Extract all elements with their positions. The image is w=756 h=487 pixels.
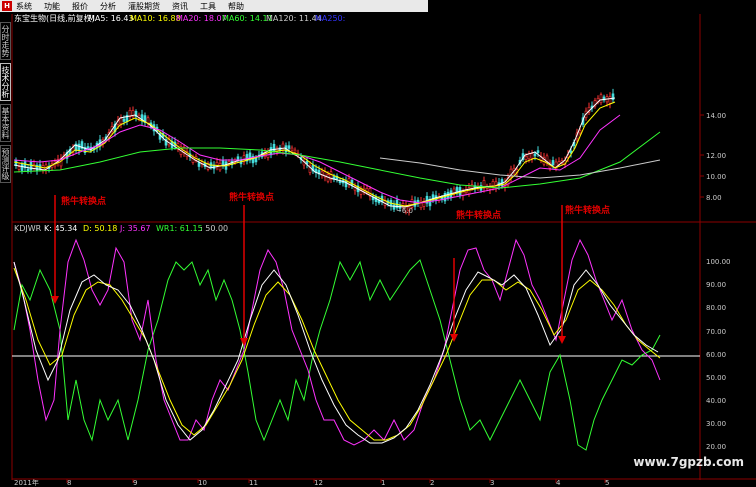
candle-body bbox=[608, 96, 612, 104]
ma10-legend: MA10: 16.88 bbox=[130, 14, 181, 23]
x-label-5: 5 bbox=[605, 479, 609, 487]
candle-body bbox=[536, 150, 540, 153]
ref-legend: : 50.00 bbox=[200, 224, 228, 233]
x-label-8: 8 bbox=[67, 479, 71, 487]
x-label-11: 11 bbox=[249, 479, 258, 487]
candle-body bbox=[491, 181, 495, 187]
watermark: www.7gpzb.com bbox=[633, 455, 744, 469]
candle-body bbox=[599, 94, 603, 103]
ma10-line bbox=[13, 101, 616, 207]
wr1-legend: WR1: 61.15 bbox=[156, 224, 203, 233]
x-label-2011: 2011年 bbox=[14, 478, 39, 487]
annotation-1: 熊牛转换点 bbox=[51, 195, 106, 304]
x-label-12: 12 bbox=[314, 479, 323, 487]
candle-body bbox=[578, 130, 582, 134]
price-tick-10: 10.00 bbox=[706, 173, 726, 181]
candle-body bbox=[281, 143, 285, 151]
price-tick-marks bbox=[700, 114, 704, 198]
kdj-tick-100: 100.00 bbox=[706, 258, 731, 266]
annotation-4: 熊牛转换点 bbox=[558, 204, 610, 344]
kdj-tick-90: 90.00 bbox=[706, 281, 726, 289]
x-label-4: 4 bbox=[556, 479, 561, 487]
x-axis-ticks bbox=[66, 479, 606, 483]
candle-body bbox=[119, 118, 123, 124]
candle-body bbox=[533, 153, 537, 157]
candle-body bbox=[287, 145, 291, 149]
low-price-label: ~6.0 bbox=[396, 207, 413, 215]
kdj-tick-40: 40.00 bbox=[706, 397, 726, 405]
candle-body bbox=[77, 143, 81, 151]
x-label-2: 2 bbox=[430, 479, 434, 487]
kdj-tick-50: 50.00 bbox=[706, 374, 726, 382]
annotation-2-label: 熊牛转换点 bbox=[229, 191, 274, 203]
candle-body bbox=[290, 147, 294, 151]
candle-body bbox=[524, 155, 528, 160]
stock-title: 东宝生物(日线,前复权) bbox=[14, 13, 95, 23]
candle-body bbox=[122, 118, 126, 122]
price-tick-8: 8.00 bbox=[706, 194, 722, 202]
annotation-2: 熊牛转换点 bbox=[229, 191, 274, 346]
annotation-3-label: 熊牛转换点 bbox=[456, 209, 501, 221]
candle-body bbox=[215, 162, 219, 166]
ma250-legend: MA250: bbox=[315, 14, 345, 23]
candle-body bbox=[551, 160, 555, 166]
kdj-tick-30: 30.00 bbox=[706, 420, 726, 428]
ma5-line bbox=[13, 97, 616, 208]
price-tick-12: 12.00 bbox=[706, 152, 726, 160]
d-legend: D: 50.18 bbox=[83, 224, 117, 233]
annotation-4-label: 熊牛转换点 bbox=[565, 204, 610, 216]
ma120-legend: MA120: 11.44 bbox=[266, 14, 322, 23]
kdj-indicator-name: KDJWR bbox=[14, 224, 42, 233]
candle-body bbox=[17, 166, 21, 170]
kdj-tick-20: 20.00 bbox=[706, 443, 726, 451]
candle-body bbox=[293, 149, 297, 153]
ma5-legend: MA5: 16.43 bbox=[88, 14, 134, 23]
kdj-tick-60: 60.00 bbox=[706, 351, 726, 359]
x-label-10: 10 bbox=[198, 479, 207, 487]
candle-body bbox=[443, 192, 447, 202]
annotation-1-label: 熊牛转换点 bbox=[61, 195, 106, 207]
candle-body bbox=[29, 161, 33, 171]
j-legend: J: 35.67 bbox=[119, 224, 151, 233]
ma20-legend: MA20: 18.07 bbox=[176, 14, 227, 23]
x-label-3: 3 bbox=[490, 479, 494, 487]
k-legend: K: 45.34 bbox=[44, 224, 77, 233]
stock-chart[interactable]: 东宝生物(日线,前复权) MA5: 16.43 MA10: 16.88 MA20… bbox=[0, 0, 756, 487]
kdj-tick-70: 70.00 bbox=[706, 328, 726, 336]
x-label-9: 9 bbox=[133, 479, 137, 487]
x-label-1: 1 bbox=[381, 479, 385, 487]
wr-line bbox=[13, 259, 661, 451]
candle-body bbox=[530, 153, 534, 159]
candle-body bbox=[392, 204, 396, 210]
kdj-tick-80: 80.00 bbox=[706, 304, 726, 312]
price-tick-14: 14.00 bbox=[706, 112, 726, 120]
candle-body bbox=[20, 163, 24, 171]
